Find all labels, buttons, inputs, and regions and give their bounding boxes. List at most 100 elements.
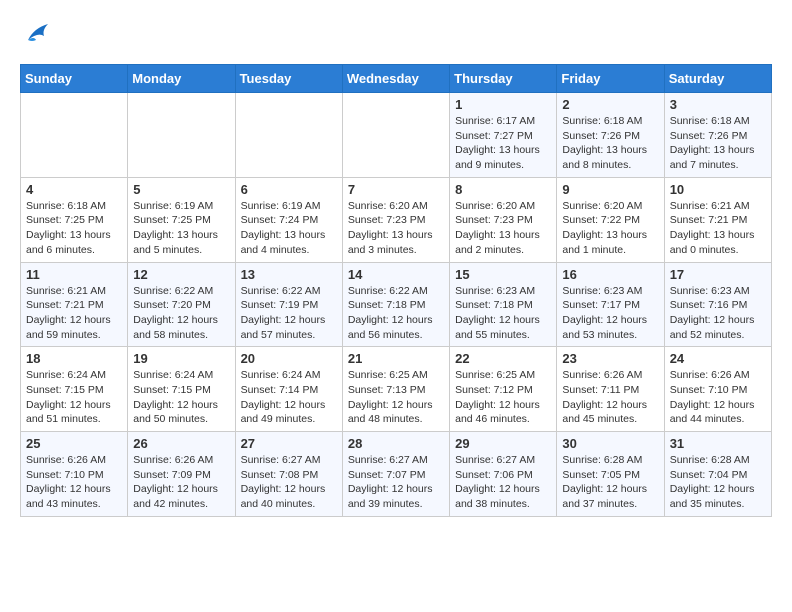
day-number: 16 [562, 267, 658, 282]
weekday-header-friday: Friday [557, 65, 664, 93]
week-row-3: 11 Sunrise: 6:21 AMSunset: 7:21 PMDayligh… [21, 262, 772, 347]
day-info: Sunrise: 6:17 AMSunset: 7:27 PMDaylight:… [455, 114, 551, 173]
day-number: 31 [670, 436, 766, 451]
calendar-cell: 20Sunrise: 6:24 AMSunset: 7:14 PMDayligh… [235, 347, 342, 432]
day-info: Sunrise: 6:23 AMSunset: 7:17 PMDaylight:… [562, 284, 658, 343]
day-number: 14 [348, 267, 444, 282]
day-info: Sunrise: 6:24 AMSunset: 7:15 PMDaylight:… [133, 368, 229, 427]
day-info: Sunrise: 6:21 AMSunset: 7:21 PMDaylight:… [26, 284, 122, 343]
calendar-cell: 8 Sunrise: 6:20 AMSunset: 7:23 PMDaylight… [450, 177, 557, 262]
calendar-cell: 3 Sunrise: 6:18 AMSunset: 7:26 PMDaylight… [664, 93, 771, 178]
calendar-cell: 31 Sunrise: 6:28 AMSunset: 7:04 PMDayligh… [664, 432, 771, 517]
calendar-cell: 5 Sunrise: 6:19 AMSunset: 7:25 PMDaylight… [128, 177, 235, 262]
weekday-header-saturday: Saturday [664, 65, 771, 93]
day-info: Sunrise: 6:18 AMSunset: 7:26 PMDaylight:… [562, 114, 658, 173]
day-info: Sunrise: 6:25 AMSunset: 7:13 PMDaylight:… [348, 368, 444, 427]
weekday-header-wednesday: Wednesday [342, 65, 449, 93]
day-info: Sunrise: 6:18 AMSunset: 7:26 PMDaylight:… [670, 114, 766, 173]
day-number: 25 [26, 436, 122, 451]
day-number: 3 [670, 97, 766, 112]
calendar-cell: 28Sunrise: 6:27 AMSunset: 7:07 PMDayligh… [342, 432, 449, 517]
day-number: 1 [455, 97, 551, 112]
day-info: Sunrise: 6:26 AMSunset: 7:11 PMDaylight:… [562, 368, 658, 427]
calendar-cell: 10 Sunrise: 6:21 AMSunset: 7:21 PMDayligh… [664, 177, 771, 262]
weekday-header-monday: Monday [128, 65, 235, 93]
weekday-header-row: SundayMondayTuesdayWednesdayThursdayFrid… [21, 65, 772, 93]
calendar-cell: 16 Sunrise: 6:23 AMSunset: 7:17 PMDayligh… [557, 262, 664, 347]
day-number: 18 [26, 351, 122, 366]
weekday-header-sunday: Sunday [21, 65, 128, 93]
day-number: 26 [133, 436, 229, 451]
header [20, 20, 772, 48]
day-number: 28 [348, 436, 444, 451]
calendar-cell: 17 Sunrise: 6:23 AMSunset: 7:16 PMDayligh… [664, 262, 771, 347]
day-number: 23 [562, 351, 658, 366]
day-info: Sunrise: 6:26 AMSunset: 7:09 PMDaylight:… [133, 453, 229, 512]
day-number: 8 [455, 182, 551, 197]
day-number: 27 [241, 436, 337, 451]
day-info: Sunrise: 6:23 AMSunset: 7:16 PMDaylight:… [670, 284, 766, 343]
day-info: Sunrise: 6:28 AMSunset: 7:04 PMDaylight:… [670, 453, 766, 512]
day-info: Sunrise: 6:26 AMSunset: 7:10 PMDaylight:… [26, 453, 122, 512]
day-number: 12 [133, 267, 229, 282]
day-info: Sunrise: 6:28 AMSunset: 7:05 PMDaylight:… [562, 453, 658, 512]
day-info: Sunrise: 6:27 AMSunset: 7:06 PMDaylight:… [455, 453, 551, 512]
day-number: 2 [562, 97, 658, 112]
week-row-2: 4 Sunrise: 6:18 AMSunset: 7:25 PMDaylight… [21, 177, 772, 262]
day-info: Sunrise: 6:19 AMSunset: 7:24 PMDaylight:… [241, 199, 337, 258]
day-info: Sunrise: 6:22 AMSunset: 7:19 PMDaylight:… [241, 284, 337, 343]
day-number: 29 [455, 436, 551, 451]
calendar-cell: 14 Sunrise: 6:22 AMSunset: 7:18 PMDayligh… [342, 262, 449, 347]
day-info: Sunrise: 6:22 AMSunset: 7:20 PMDaylight:… [133, 284, 229, 343]
day-info: Sunrise: 6:24 AMSunset: 7:15 PMDaylight:… [26, 368, 122, 427]
calendar-cell: 15 Sunrise: 6:23 AMSunset: 7:18 PMDayligh… [450, 262, 557, 347]
calendar-cell: 2 Sunrise: 6:18 AMSunset: 7:26 PMDaylight… [557, 93, 664, 178]
day-number: 6 [241, 182, 337, 197]
day-info: Sunrise: 6:21 AMSunset: 7:21 PMDaylight:… [670, 199, 766, 258]
calendar-cell: 4 Sunrise: 6:18 AMSunset: 7:25 PMDaylight… [21, 177, 128, 262]
day-info: Sunrise: 6:20 AMSunset: 7:22 PMDaylight:… [562, 199, 658, 258]
day-number: 30 [562, 436, 658, 451]
day-number: 13 [241, 267, 337, 282]
calendar-cell: 19 Sunrise: 6:24 AMSunset: 7:15 PMDayligh… [128, 347, 235, 432]
calendar-cell: 29 Sunrise: 6:27 AMSunset: 7:06 PMDayligh… [450, 432, 557, 517]
week-row-4: 18 Sunrise: 6:24 AMSunset: 7:15 PMDayligh… [21, 347, 772, 432]
day-number: 7 [348, 182, 444, 197]
day-info: Sunrise: 6:26 AMSunset: 7:10 PMDaylight:… [670, 368, 766, 427]
calendar-cell: 6 Sunrise: 6:19 AMSunset: 7:24 PMDaylight… [235, 177, 342, 262]
calendar-cell: 21Sunrise: 6:25 AMSunset: 7:13 PMDayligh… [342, 347, 449, 432]
calendar-cell [342, 93, 449, 178]
week-row-1: 1 Sunrise: 6:17 AMSunset: 7:27 PMDaylight… [21, 93, 772, 178]
day-number: 11 [26, 267, 122, 282]
day-info: Sunrise: 6:20 AMSunset: 7:23 PMDaylight:… [455, 199, 551, 258]
day-number: 22 [455, 351, 551, 366]
day-info: Sunrise: 6:19 AMSunset: 7:25 PMDaylight:… [133, 199, 229, 258]
calendar-cell: 12 Sunrise: 6:22 AMSunset: 7:20 PMDayligh… [128, 262, 235, 347]
calendar-cell: 24 Sunrise: 6:26 AMSunset: 7:10 PMDayligh… [664, 347, 771, 432]
calendar-cell: 30 Sunrise: 6:28 AMSunset: 7:05 PMDayligh… [557, 432, 664, 517]
calendar-cell: 7 Sunrise: 6:20 AMSunset: 7:23 PMDaylight… [342, 177, 449, 262]
day-info: Sunrise: 6:24 AMSunset: 7:14 PMDaylight:… [241, 368, 337, 427]
day-number: 10 [670, 182, 766, 197]
logo [20, 20, 56, 48]
day-number: 15 [455, 267, 551, 282]
day-info: Sunrise: 6:22 AMSunset: 7:18 PMDaylight:… [348, 284, 444, 343]
day-info: Sunrise: 6:20 AMSunset: 7:23 PMDaylight:… [348, 199, 444, 258]
calendar-cell: 22Sunrise: 6:25 AMSunset: 7:12 PMDayligh… [450, 347, 557, 432]
day-number: 4 [26, 182, 122, 197]
day-number: 17 [670, 267, 766, 282]
day-info: Sunrise: 6:23 AMSunset: 7:18 PMDaylight:… [455, 284, 551, 343]
weekday-header-thursday: Thursday [450, 65, 557, 93]
day-number: 9 [562, 182, 658, 197]
day-info: Sunrise: 6:27 AMSunset: 7:08 PMDaylight:… [241, 453, 337, 512]
calendar-cell: 23 Sunrise: 6:26 AMSunset: 7:11 PMDayligh… [557, 347, 664, 432]
calendar-cell: 26 Sunrise: 6:26 AMSunset: 7:09 PMDayligh… [128, 432, 235, 517]
day-info: Sunrise: 6:18 AMSunset: 7:25 PMDaylight:… [26, 199, 122, 258]
calendar-cell [235, 93, 342, 178]
day-number: 5 [133, 182, 229, 197]
calendar-cell [128, 93, 235, 178]
calendar-cell: 18 Sunrise: 6:24 AMSunset: 7:15 PMDayligh… [21, 347, 128, 432]
calendar-cell: 13 Sunrise: 6:22 AMSunset: 7:19 PMDayligh… [235, 262, 342, 347]
day-number: 24 [670, 351, 766, 366]
day-number: 19 [133, 351, 229, 366]
